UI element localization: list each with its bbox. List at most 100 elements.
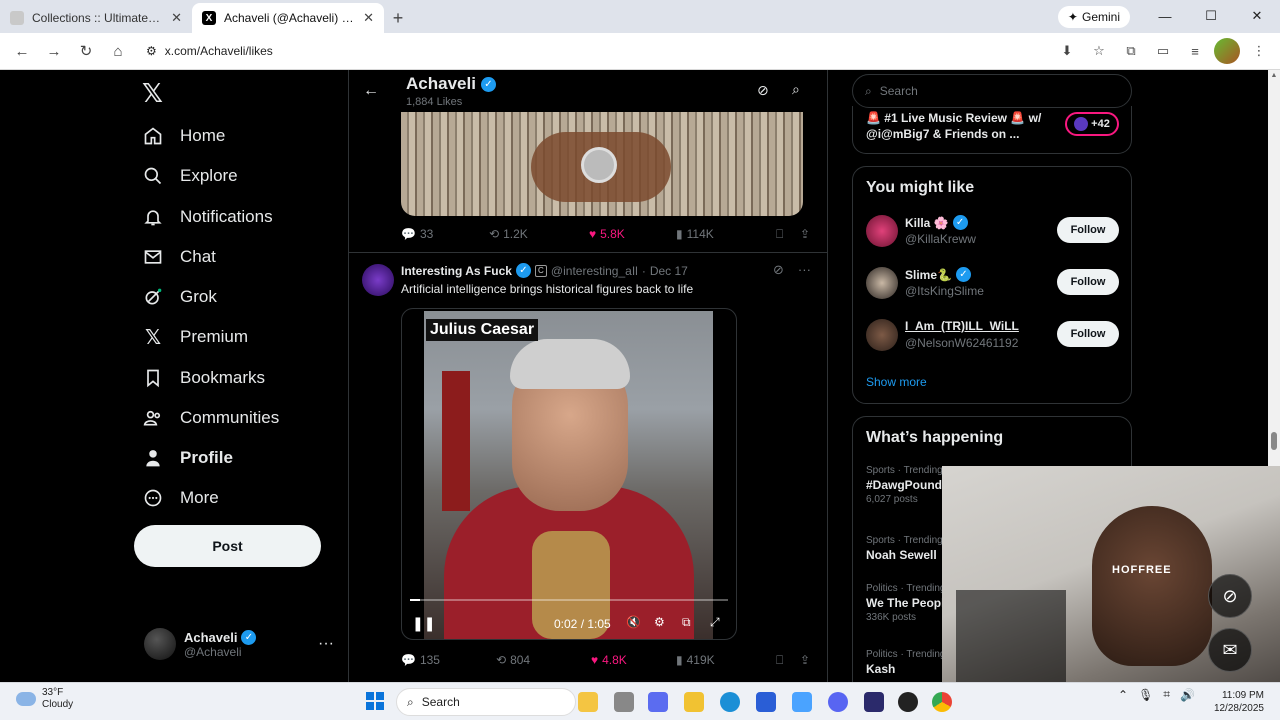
url-field[interactable]: ⚙ x.com/Achaveli/likes — [136, 37, 1050, 65]
nav-item-chat[interactable]: Chat — [142, 237, 216, 277]
nav-item-bookmarks[interactable]: Bookmarks — [142, 358, 265, 398]
nav-item-notifications[interactable]: Notifications — [142, 197, 273, 237]
bookmark-button[interactable]: ⎕ — [776, 653, 800, 668]
fullscreen-icon[interactable]: ⤢ — [710, 615, 720, 630]
author-name[interactable]: Interesting As Fuck — [401, 264, 512, 278]
more-options-icon[interactable]: ··· — [318, 635, 334, 653]
microphone-icon[interactable]: 🎙 — [1138, 688, 1153, 702]
reply-icon: 💬 — [401, 653, 416, 667]
suggestion-item[interactable]: Slime🐍 ✓ @ItsKingSlime Follow — [866, 265, 1122, 301]
app-icon[interactable] — [792, 692, 812, 712]
reply-button[interactable]: 💬 33 — [401, 227, 489, 241]
search-input[interactable]: ⌕ Search — [852, 74, 1132, 108]
post-button[interactable]: Post — [134, 525, 321, 567]
x-logo-icon[interactable]: 𝕏 — [142, 78, 163, 109]
repost-button[interactable]: ⟲ 1.2K — [489, 227, 589, 241]
views-button[interactable]: ▮ 419K — [676, 653, 776, 667]
chevron-up-icon[interactable]: ⌃ — [1118, 688, 1128, 702]
extensions-icon[interactable]: ⧉ — [1118, 38, 1144, 64]
suggestion-item[interactable]: Killa 🌸 ✓ @KillaKreww Follow — [866, 213, 1122, 249]
browser-menu-icon[interactable]: ⋮ — [1246, 38, 1272, 64]
install-app-icon[interactable]: ⬇ — [1054, 38, 1080, 64]
share-button[interactable]: ⇪ — [800, 653, 810, 667]
bookmark-button[interactable]: ⎕ — [776, 227, 800, 242]
repost-button[interactable]: ⟲ 804 — [496, 653, 591, 667]
space-listeners-pill[interactable]: +42 — [1065, 112, 1119, 136]
like-button[interactable]: ♥ 5.8K — [589, 227, 676, 241]
store-icon[interactable] — [756, 692, 776, 712]
messages-float-icon[interactable]: ✉ — [1208, 628, 1252, 672]
reload-icon[interactable]: ↻ — [72, 37, 100, 65]
video-progress-bar[interactable] — [410, 599, 728, 601]
back-arrow-icon[interactable]: ← — [363, 82, 379, 100]
views-button[interactable]: ▮ 114K — [676, 227, 776, 241]
author-handle[interactable]: @interesting_aIl — [551, 264, 638, 278]
browser-tab-x[interactable]: X Achaveli (@Achaveli) / X ✕ — [192, 3, 384, 33]
popout-icon[interactable]: ⧉ — [682, 615, 691, 630]
maximize-icon[interactable]: ☐ — [1188, 0, 1234, 32]
minimize-icon[interactable]: — — [1142, 0, 1188, 32]
follow-button[interactable]: Follow — [1057, 321, 1119, 347]
copilot-icon[interactable] — [648, 692, 668, 712]
grok-float-icon[interactable]: ⊘ — [1208, 574, 1252, 618]
task-view-icon[interactable] — [614, 692, 634, 712]
profile-avatar-icon[interactable] — [1214, 38, 1240, 64]
volume-icon[interactable]: 🔊 — [1180, 688, 1195, 702]
reading-list-icon[interactable]: ≡ — [1182, 38, 1208, 64]
back-icon[interactable]: ← — [8, 37, 36, 65]
view-count: 419K — [686, 653, 715, 667]
clock[interactable]: 11:09 PM 12/28/2025 — [1212, 689, 1264, 715]
nav-item-profile[interactable]: Profile — [142, 438, 233, 478]
close-tab-icon[interactable]: ✕ — [363, 10, 374, 26]
taskbar-search[interactable]: ⌕ Search — [396, 688, 576, 716]
grok-icon[interactable]: ⊘ — [773, 262, 784, 278]
new-tab-button[interactable]: + — [384, 3, 412, 33]
weather-widget[interactable]: 33°F Cloudy — [16, 687, 73, 711]
follow-button[interactable]: Follow — [1057, 217, 1119, 243]
close-tab-icon[interactable]: ✕ — [171, 10, 182, 26]
more-options-icon[interactable]: ··· — [798, 262, 811, 278]
app-icon[interactable] — [864, 692, 884, 712]
chrome-icon[interactable] — [932, 692, 952, 712]
follow-button[interactable]: Follow — [1057, 269, 1119, 295]
nav-item-premium[interactable]: 𝕏 Premium — [142, 317, 248, 357]
close-window-icon[interactable]: ✕ — [1234, 0, 1280, 32]
split-screen-icon[interactable]: ▭ — [1150, 38, 1176, 64]
live-space-card[interactable]: 🚨 #1 Live Music Review 🚨 w/ @i@mBig7 & F… — [852, 106, 1132, 154]
reply-button[interactable]: 💬 135 — [401, 653, 496, 667]
bookmark-star-icon[interactable]: ☆ — [1086, 38, 1112, 64]
account-switcher[interactable]: Achaveli ✓ @Achaveli ··· — [144, 628, 334, 660]
scrollbar-thumb[interactable] — [1271, 432, 1277, 450]
nav-item-communities[interactable]: Communities — [142, 398, 279, 438]
share-button[interactable]: ⇪ — [800, 227, 810, 241]
grok-icon[interactable]: ⊘ — [757, 82, 769, 99]
widget-icon[interactable] — [578, 692, 598, 712]
show-more-link[interactable]: Show more — [866, 375, 927, 389]
scroll-up-icon[interactable]: ▲ — [1270, 72, 1278, 80]
search-icon[interactable]: ⌕ — [792, 81, 800, 98]
file-explorer-icon[interactable] — [684, 692, 704, 712]
settings-icon[interactable]: ⚙ — [654, 615, 665, 629]
avatar[interactable] — [362, 264, 394, 296]
previous-tweet-media[interactable] — [401, 112, 803, 216]
forward-icon[interactable]: → — [40, 37, 68, 65]
pause-icon[interactable]: ❚❚ — [412, 615, 435, 632]
video-player[interactable]: Julius Caesar ❚❚ 0:02 / 1:05 🔇 ⚙ ⧉ ⤢ — [401, 308, 737, 640]
tweet-date[interactable]: Dec 17 — [650, 264, 688, 278]
nav-item-more[interactable]: More — [142, 478, 219, 518]
nav-item-explore[interactable]: Explore — [142, 156, 238, 196]
nav-item-grok[interactable]: Grok — [142, 277, 217, 317]
home-page-icon[interactable]: ⌂ — [104, 37, 132, 65]
browser-tab-collections[interactable]: Collections :: Ultimate Rap Leag ✕ — [0, 3, 192, 33]
edge-icon[interactable] — [720, 692, 740, 712]
mute-icon[interactable]: 🔇 — [626, 615, 641, 629]
site-info-icon[interactable]: ⚙ — [146, 44, 157, 58]
gemini-button[interactable]: ✦ Gemini — [1057, 6, 1130, 28]
suggestion-item[interactable]: I_Am_(TR)ILL_WiLL @NelsonW62461192 Follo… — [866, 317, 1122, 353]
like-button[interactable]: ♥ 4.8K — [591, 653, 676, 667]
start-button[interactable] — [366, 692, 384, 710]
obs-icon[interactable] — [898, 692, 918, 712]
discord-icon[interactable] — [828, 692, 848, 712]
network-icon[interactable]: ⌗ — [1163, 687, 1170, 702]
nav-item-home[interactable]: Home — [142, 116, 225, 156]
